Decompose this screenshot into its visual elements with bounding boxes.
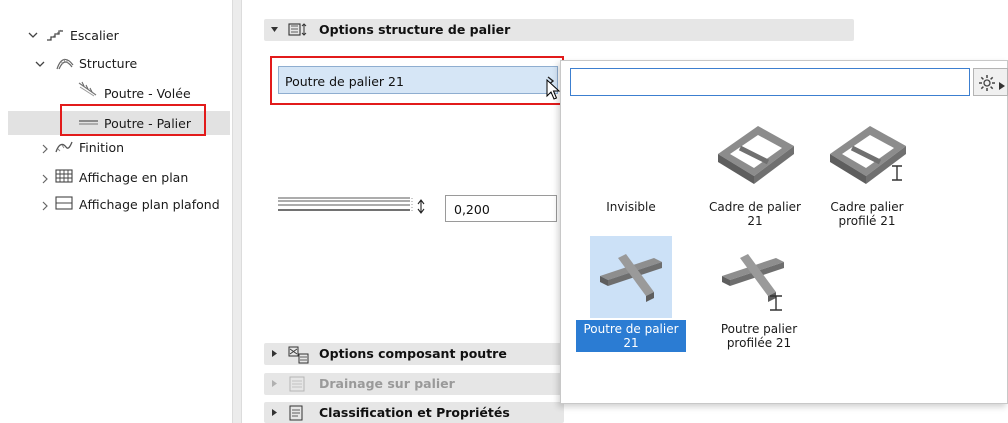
- tree-item-label: Affichage en plan: [79, 170, 189, 185]
- tree-item-label: Affichage plan plafond: [79, 197, 220, 212]
- item-label: 21: [623, 336, 639, 350]
- structure-icon: [55, 55, 74, 70]
- beam-component-icon: [288, 346, 309, 364]
- picker-item-invisible[interactable]: Invisible: [576, 120, 686, 230]
- mouse-cursor-icon: [546, 78, 561, 104]
- picker-item-frame-profiled-21[interactable]: Cadre palier profilé 21: [812, 120, 922, 230]
- item-label: Invisible: [606, 200, 656, 214]
- item-label: Cadre palier: [830, 200, 904, 214]
- section-landing-structure[interactable]: Options structure de palier: [264, 19, 854, 41]
- section-classification[interactable]: Classification et Propriétés: [264, 402, 564, 423]
- stair-icon: [46, 28, 64, 42]
- section-landing-drainage: Drainage sur palier: [264, 373, 564, 395]
- section-title: Options composant poutre: [319, 346, 507, 361]
- flight-beam-icon: [78, 81, 97, 97]
- profiled-beam-thumbnail: [718, 246, 800, 319]
- thickness-value: 0,200: [454, 202, 490, 217]
- chevron-right-icon[interactable]: [40, 174, 50, 184]
- item-label: Poutre de palier: [583, 322, 679, 336]
- gear-icon: [978, 74, 996, 95]
- picker-item-frame-21[interactable]: Cadre de palier 21: [700, 120, 810, 230]
- section-title: Options structure de palier: [319, 22, 511, 37]
- item-label: Cadre de palier: [709, 200, 801, 214]
- triangle-right-icon: [999, 79, 1005, 93]
- landing-structure-icon: [288, 22, 308, 38]
- expand-right-icon[interactable]: [270, 408, 279, 420]
- chevron-down-icon[interactable]: [35, 59, 45, 69]
- floorplan-display-icon: [55, 169, 73, 183]
- drainage-icon: [288, 376, 308, 392]
- thickness-input[interactable]: 0,200: [445, 195, 557, 222]
- item-label: Poutre palier: [720, 322, 798, 336]
- tree-item-label: Escalier: [70, 28, 119, 43]
- tree-item-label: Poutre - Volée: [104, 86, 191, 101]
- panel-splitter[interactable]: [232, 0, 242, 423]
- expand-right-icon[interactable]: [270, 349, 279, 361]
- chevron-right-icon[interactable]: [40, 201, 50, 211]
- item-label: profilée 21: [726, 336, 792, 350]
- highlight-frame: [270, 56, 564, 105]
- picker-search-input[interactable]: [570, 68, 970, 96]
- picker-item-beam-21[interactable]: Poutre de palier 21: [576, 236, 686, 356]
- section-beam-component[interactable]: Options composant poutre: [264, 343, 564, 365]
- tree-item-label: Structure: [79, 56, 138, 71]
- ceiling-plan-icon: [55, 196, 73, 210]
- classification-icon: [288, 405, 308, 421]
- section-title: Classification et Propriétés: [319, 405, 510, 420]
- picker-settings-button[interactable]: [973, 68, 1008, 96]
- expand-right-icon: [270, 379, 279, 391]
- chevron-down-icon[interactable]: [28, 30, 38, 40]
- item-label: profilé 21: [838, 214, 896, 228]
- chevron-right-icon[interactable]: [40, 144, 50, 154]
- finish-icon: [54, 139, 73, 153]
- tree-item-label: Finition: [79, 140, 125, 155]
- expand-down-icon[interactable]: [270, 25, 279, 37]
- item-label: 21: [747, 214, 763, 228]
- picker-item-beam-profiled-21[interactable]: Poutre palier profilée 21: [704, 246, 814, 356]
- beam-thickness-icon: [278, 196, 428, 221]
- profiled-frame-thumbnail: [824, 120, 910, 193]
- section-title: Drainage sur palier: [319, 376, 455, 391]
- landing-frame-thumbnail: [712, 120, 798, 193]
- highlight-frame: [60, 104, 206, 136]
- landing-beam-thumbnail: [596, 244, 668, 313]
- settings-tree: Escalier Structure Poutre - Volée Poutre…: [8, 0, 230, 423]
